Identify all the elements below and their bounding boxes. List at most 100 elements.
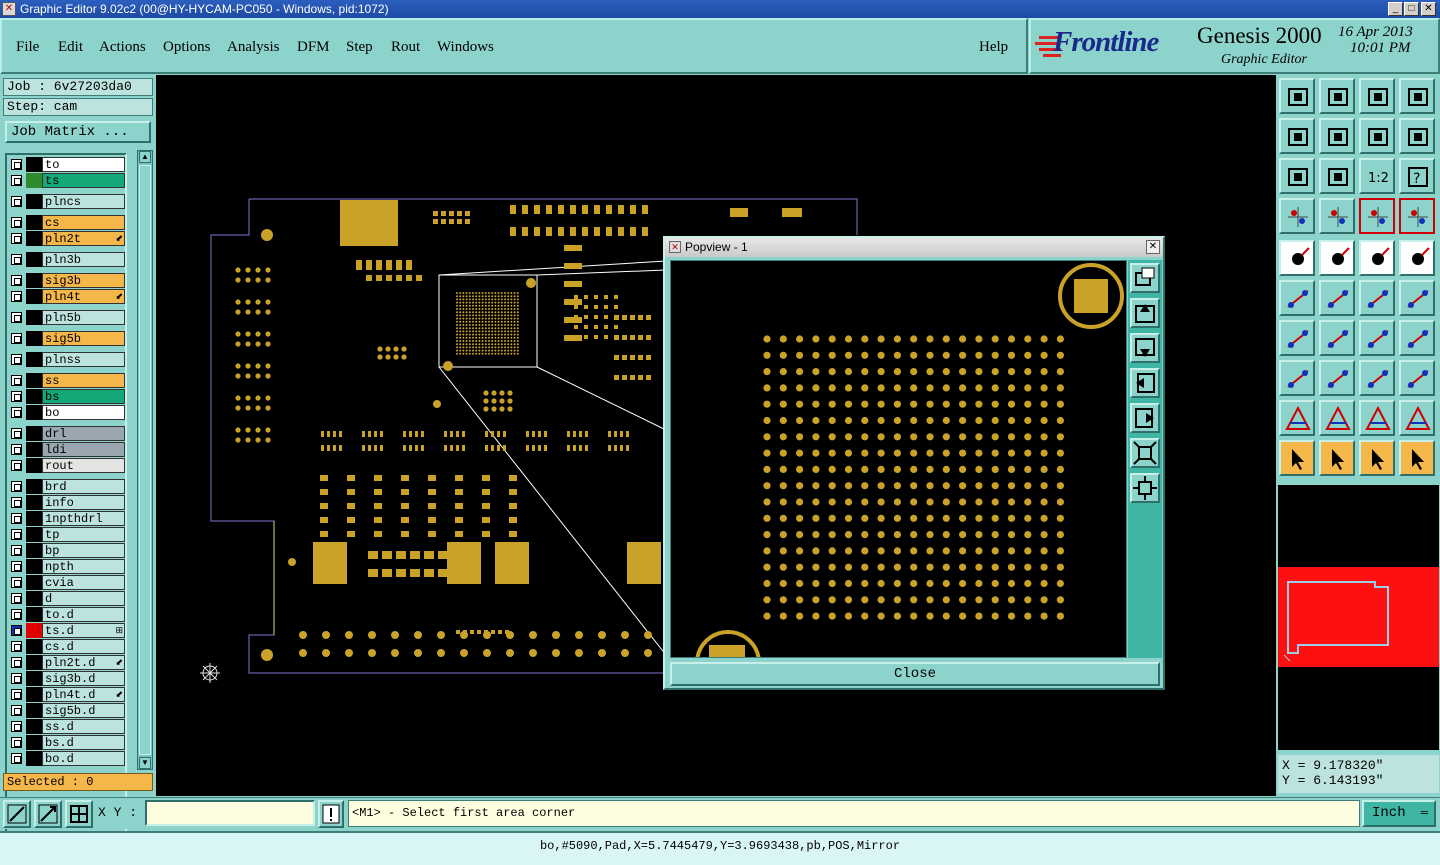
layer-checkbox[interactable] [11, 513, 22, 524]
menu-analysis[interactable]: Analysis [227, 39, 280, 56]
layer-color-swatch[interactable] [26, 289, 42, 304]
measure-tape-icon[interactable] [1359, 240, 1395, 276]
layer-color-swatch[interactable] [26, 687, 42, 702]
popview-close-button[interactable]: Close [670, 662, 1160, 686]
layer-checkbox[interactable] [11, 291, 22, 302]
house-icon[interactable] [1359, 78, 1395, 114]
layer-row-pln2t-d[interactable]: pln2t.d ⬋ [9, 655, 125, 670]
layer-name[interactable]: brd [42, 479, 125, 494]
layer-color-swatch[interactable] [26, 231, 42, 246]
layer-checkbox[interactable] [11, 705, 22, 716]
triangle-2-icon[interactable] [1319, 400, 1355, 436]
menu-windows[interactable]: Windows [437, 39, 494, 56]
popview-close-icon[interactable]: ✕ [1146, 240, 1160, 254]
cross-delete-icon[interactable] [1319, 280, 1355, 316]
layer-row-bs-d[interactable]: bs.d [9, 735, 125, 750]
layer-checkbox[interactable] [11, 561, 22, 572]
layer-checkbox[interactable] [11, 497, 22, 508]
arc-icon[interactable] [1359, 320, 1395, 356]
layer-checkbox[interactable] [11, 175, 22, 186]
layer-row-pln2t[interactable]: pln2t ⬋ [9, 231, 125, 246]
layer-row-to[interactable]: to [9, 157, 125, 172]
move-icon[interactable] [1359, 360, 1395, 396]
triangle-3-icon[interactable] [1359, 400, 1395, 436]
menu-options[interactable]: Options [163, 39, 211, 56]
layer-row-ss[interactable]: ss [9, 373, 125, 388]
layer-color-swatch[interactable] [26, 331, 42, 346]
layer-name[interactable]: npth [42, 559, 125, 574]
layer-row-sig5b-d[interactable]: sig5b.d [9, 703, 125, 718]
layer-name[interactable]: info [42, 495, 125, 510]
layer-row-plnss[interactable]: plnss [9, 352, 125, 367]
layer-name[interactable]: pln2t [42, 231, 125, 246]
home-up-icon[interactable] [1279, 78, 1315, 114]
layer-row-ts[interactable]: ts [9, 173, 125, 188]
layer-row-cvia[interactable]: cvia [9, 575, 125, 590]
pointer-select-icon[interactable] [1319, 440, 1355, 476]
split-view-icon[interactable] [1399, 78, 1435, 114]
home-down-icon[interactable] [1319, 78, 1355, 114]
resize-icon[interactable] [1279, 360, 1315, 396]
layer-checkbox[interactable] [11, 233, 22, 244]
scale-1-2-icon[interactable]: 1:2 [1359, 158, 1395, 194]
layer-row-brd[interactable]: brd [9, 479, 125, 494]
layer-row-sig3b-d[interactable]: sig3b.d [9, 671, 125, 686]
layer-checkbox[interactable] [11, 159, 22, 170]
layer-color-swatch[interactable] [26, 623, 42, 638]
layer-color-swatch[interactable] [26, 310, 42, 325]
layer-color-swatch[interactable] [26, 373, 42, 388]
pan-right-icon[interactable] [1319, 118, 1355, 154]
layer-name[interactable]: 1npthdrl [42, 511, 125, 526]
layer-checkbox[interactable] [11, 689, 22, 700]
layer-name[interactable]: ts [42, 173, 125, 188]
layer-name[interactable]: ts.d [42, 623, 125, 638]
scroll-down-arrow-icon[interactable]: ▼ [139, 757, 151, 769]
layer-color-swatch[interactable] [26, 671, 42, 686]
pad-add-icon[interactable] [1279, 240, 1315, 276]
triangle-icon[interactable] [1279, 400, 1315, 436]
layer-row-to-d[interactable]: to.d [9, 607, 125, 622]
pointer-box-icon[interactable] [1359, 440, 1395, 476]
layer-color-swatch[interactable] [26, 511, 42, 526]
pop-pan-up-icon[interactable] [1130, 298, 1160, 328]
grid-icon[interactable] [1319, 198, 1355, 234]
layer-name[interactable]: sig3b.d [42, 671, 125, 686]
layer-color-swatch[interactable] [26, 458, 42, 473]
layer-checkbox[interactable] [11, 428, 22, 439]
layer-checkbox[interactable] [11, 753, 22, 764]
layer-checkbox[interactable] [11, 254, 22, 265]
layer-checkbox[interactable] [11, 312, 22, 323]
minimize-button[interactable]: _ [1388, 2, 1403, 16]
layer-checkbox[interactable] [11, 673, 22, 684]
layer-checkbox[interactable] [11, 737, 22, 748]
layer-color-swatch[interactable] [26, 352, 42, 367]
layer-color-swatch[interactable] [26, 575, 42, 590]
snap-tool-icon[interactable] [34, 800, 62, 828]
layer-checkbox[interactable] [11, 609, 22, 620]
layer-color-swatch[interactable] [26, 252, 42, 267]
layer-name[interactable]: ldi [42, 442, 125, 457]
layer-checkbox[interactable] [11, 545, 22, 556]
layer-name[interactable]: ss.d [42, 719, 125, 734]
layer-color-swatch[interactable] [26, 273, 42, 288]
layer-row-cs[interactable]: cs [9, 215, 125, 230]
layers-red-icon[interactable] [1399, 198, 1435, 234]
layer-name[interactable]: cs.d [42, 639, 125, 654]
layer-name[interactable]: pln4t [42, 289, 125, 304]
board-minimap[interactable] [1278, 485, 1439, 750]
layer-row-drl[interactable]: drl [9, 426, 125, 441]
pop-zoom-in-icon[interactable] [1130, 473, 1160, 503]
layer-name[interactable]: d [42, 591, 125, 606]
pop-pan-down-icon[interactable] [1130, 333, 1160, 363]
layer-color-swatch[interactable] [26, 479, 42, 494]
menu-actions[interactable]: Actions [99, 39, 146, 56]
cut-line-icon[interactable] [1319, 360, 1355, 396]
layer-color-swatch[interactable] [26, 559, 42, 574]
layer-name[interactable]: ss [42, 373, 125, 388]
triangle-4-icon[interactable] [1399, 400, 1435, 436]
layer-name[interactable]: cs [42, 215, 125, 230]
layer-name[interactable]: sig3b [42, 273, 125, 288]
line-arrow-icon[interactable] [1359, 280, 1395, 316]
pointer-icon[interactable] [1279, 440, 1315, 476]
xy-input[interactable] [145, 800, 315, 826]
